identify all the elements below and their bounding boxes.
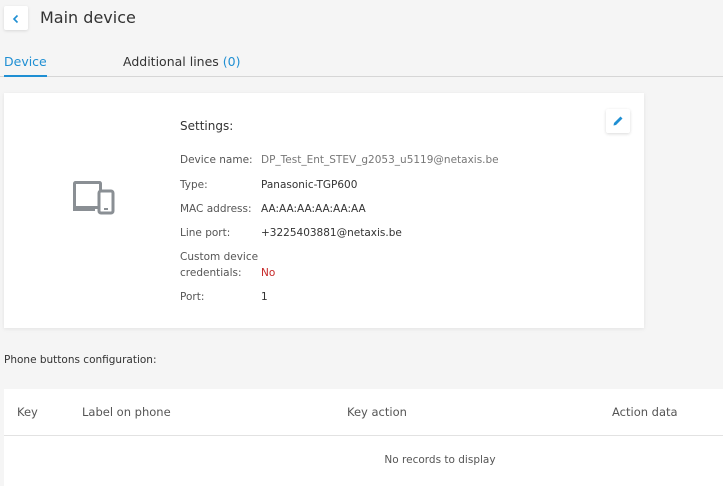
custom-credentials-label-line2: credentials: xyxy=(180,267,242,279)
type-value: Panasonic-TGP600 xyxy=(261,179,358,191)
devices-icon xyxy=(73,181,115,215)
column-header-key[interactable]: Key xyxy=(17,405,38,419)
tab-device-label: Device xyxy=(4,54,47,69)
custom-credentials-value: No xyxy=(261,267,276,279)
device-name-value: DP_Test_Ent_STEV_g2053_u5119@netaxis.be xyxy=(261,154,499,166)
tab-additional-lines-label: Additional lines xyxy=(123,54,219,69)
line-port-value: +3225403881@netaxis.be xyxy=(261,227,402,239)
port-label: Port: xyxy=(180,291,205,303)
mac-address-label: MAC address: xyxy=(180,203,252,215)
column-header-key-action[interactable]: Key action xyxy=(347,405,407,419)
type-label: Type: xyxy=(180,179,208,191)
page-header: Main device xyxy=(0,0,723,40)
mac-address-value: AA:AA:AA:AA:AA:AA xyxy=(261,203,366,215)
line-port-label: Line port: xyxy=(180,227,231,239)
tab-device[interactable]: Device xyxy=(4,54,47,77)
edit-button[interactable] xyxy=(606,109,630,133)
tab-bar: Device Additional lines (0) xyxy=(0,48,723,77)
column-header-action-data[interactable]: Action data xyxy=(612,405,678,419)
phone-buttons-table: Key Label on phone Key action Action dat… xyxy=(4,389,723,486)
custom-credentials-label: Custom device credentials: xyxy=(180,249,258,281)
chevron-left-icon xyxy=(11,9,21,28)
device-settings-card: Settings: Device name: DP_Test_Ent_STEV_… xyxy=(4,93,644,328)
tab-additional-lines[interactable]: Additional lines (0) xyxy=(123,54,241,74)
empty-table-message: No records to display xyxy=(384,454,496,466)
pencil-icon xyxy=(612,112,624,131)
back-button[interactable] xyxy=(4,6,28,30)
column-header-label-on-phone[interactable]: Label on phone xyxy=(82,405,171,419)
settings-title: Settings: xyxy=(180,119,234,133)
port-value: 1 xyxy=(261,291,268,303)
custom-credentials-label-line1: Custom device xyxy=(180,251,259,263)
phone-buttons-label: Phone buttons configuration: xyxy=(4,354,157,366)
table-divider xyxy=(4,435,723,436)
device-name-label: Device name: xyxy=(180,154,253,166)
additional-lines-count: (0) xyxy=(222,54,241,69)
page-title: Main device xyxy=(40,8,136,27)
